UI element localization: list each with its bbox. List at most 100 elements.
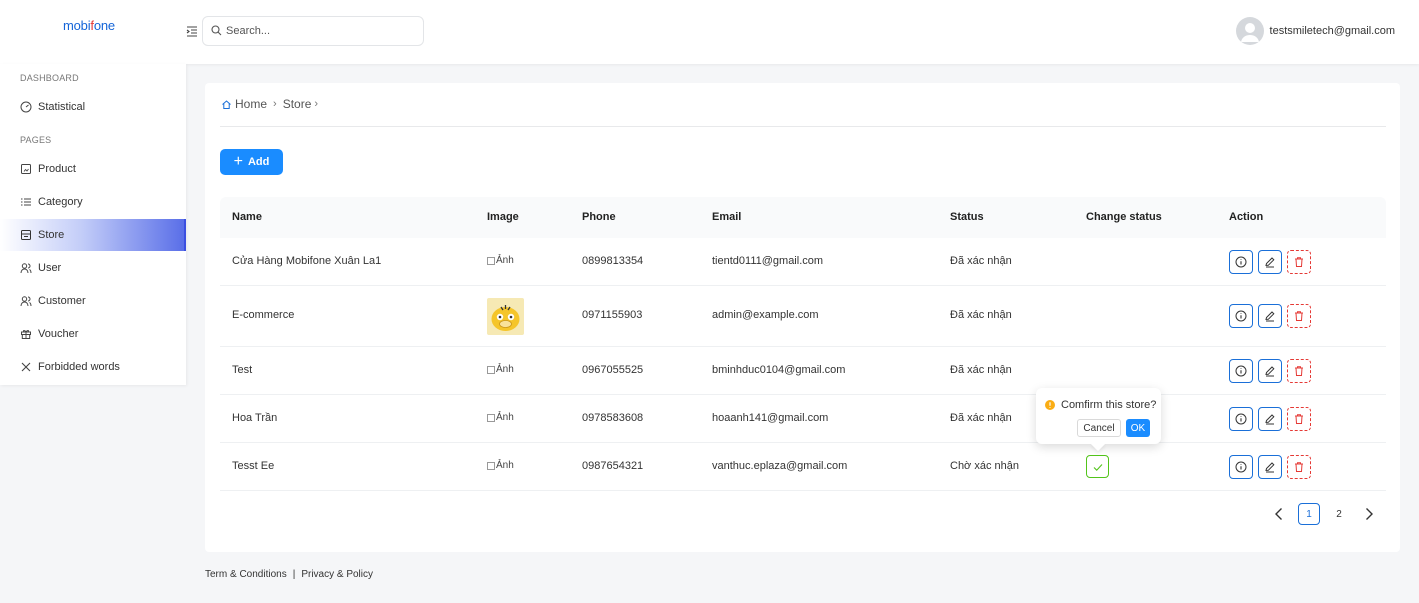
page-1-button[interactable]: 1 [1298, 503, 1320, 525]
trash-icon [1295, 257, 1303, 267]
delete-button[interactable] [1287, 455, 1311, 479]
cell-email: admin@example.com [712, 309, 819, 321]
edit-button[interactable] [1258, 407, 1282, 431]
broken-image-icon [487, 365, 495, 374]
trash-icon [1295, 366, 1303, 376]
sidebar-item-voucher[interactable]: Voucher [0, 318, 186, 350]
column-header-change-status[interactable]: Change status [1086, 211, 1162, 223]
gift-icon [20, 328, 32, 340]
sidebar-item-category[interactable]: Category [0, 186, 186, 218]
confirm-store-button[interactable] [1086, 455, 1109, 478]
table-row: Cửa Hàng Mobifone Xuân La1 Ảnh 089981335… [220, 238, 1386, 286]
user-icon [20, 262, 32, 274]
privacy-link[interactable]: Privacy & Policy [301, 569, 373, 580]
top-header: mobifone testsmiletech@gmail.com [0, 0, 1419, 64]
sidebar-item-label: Store [38, 229, 65, 241]
info-icon [1235, 413, 1247, 425]
cell-status: Chờ xác nhận [950, 460, 1019, 472]
column-header-email[interactable]: Email [712, 211, 741, 223]
cell-phone: 0971155903 [582, 309, 643, 321]
sidebar-item-product[interactable]: Product [0, 153, 186, 185]
edit-button[interactable] [1258, 359, 1282, 383]
info-icon [1235, 365, 1247, 377]
sidebar-item-user[interactable]: User [0, 252, 186, 284]
chevron-left-icon [1275, 508, 1282, 520]
column-header-phone[interactable]: Phone [582, 211, 616, 223]
edit-button[interactable] [1258, 250, 1282, 274]
row-actions [1229, 250, 1311, 274]
delete-button[interactable] [1287, 407, 1311, 431]
delete-button[interactable] [1287, 304, 1311, 328]
sidebar-item-statistical[interactable]: Statistical [0, 91, 186, 123]
edit-icon [1265, 366, 1275, 377]
ok-button[interactable]: OK [1126, 419, 1150, 437]
mobifone-logo[interactable]: mobifone [63, 18, 115, 33]
column-header-action[interactable]: Action [1229, 211, 1263, 223]
sidebar-item-forbidded-words[interactable]: Forbidded words [0, 351, 186, 383]
broken-image-icon [487, 256, 495, 265]
row-actions [1229, 407, 1311, 431]
page-2-button[interactable]: 2 [1328, 503, 1350, 525]
add-store-button[interactable]: + Add [220, 149, 283, 175]
sidebar-item-label: Statistical [38, 101, 86, 113]
table-row: Hoa Trần Ảnh 0978583608 hoaanh141@gmail.… [220, 395, 1386, 443]
cell-phone: 0978583608 [582, 412, 644, 424]
view-details-button[interactable] [1229, 250, 1253, 274]
breadcrumb-current: Store [282, 97, 312, 111]
close-icon [20, 361, 32, 373]
avatar [1235, 17, 1264, 45]
list-icon [20, 196, 32, 208]
search-input[interactable] [226, 23, 416, 39]
user-icon [20, 295, 32, 307]
edit-icon [1265, 311, 1275, 322]
sidebar-item-label: Category [38, 196, 83, 208]
broken-image-icon [487, 413, 495, 422]
table-row: Tesst Ee Ảnh 0987654321 vanthuc.eplaza@g… [220, 443, 1386, 491]
cancel-button[interactable]: Cancel [1077, 419, 1121, 437]
pagination: 1 2 [1268, 503, 1380, 525]
edit-button[interactable] [1258, 455, 1282, 479]
broken-image: Ảnh [487, 364, 514, 375]
user-menu[interactable]: testsmiletech@gmail.com [1235, 17, 1395, 45]
search-box [202, 16, 424, 46]
delete-button[interactable] [1287, 359, 1311, 383]
sidebar-section-pages: PAGES [20, 135, 52, 145]
confirm-message: Comfirm this store? [1045, 399, 1156, 411]
sidebar-item-customer[interactable]: Customer [0, 285, 186, 317]
edit-icon [1265, 462, 1275, 473]
footer: Term & Conditions | Privacy & Policy [205, 569, 373, 580]
delete-button[interactable] [1287, 250, 1311, 274]
product-icon [20, 163, 32, 175]
broken-image-icon [487, 461, 495, 470]
row-actions [1229, 359, 1311, 383]
terms-link[interactable]: Term & Conditions [205, 569, 287, 580]
dashboard-icon [20, 101, 32, 113]
divider [220, 126, 1386, 127]
info-icon [1235, 310, 1247, 322]
breadcrumb-home[interactable]: Home [235, 97, 267, 111]
cell-name: E-commerce [232, 309, 295, 321]
cell-status: Đã xác nhận [950, 255, 1012, 267]
column-header-status[interactable]: Status [950, 211, 984, 223]
sidebar-item-label: Product [38, 163, 76, 175]
prev-page-button[interactable] [1268, 503, 1290, 525]
chevron-right-icon [1366, 508, 1373, 520]
edit-button[interactable] [1258, 304, 1282, 328]
broken-image: Ảnh [487, 255, 514, 266]
breadcrumb-separator: › [273, 98, 277, 110]
warning-icon [1045, 400, 1055, 410]
home-icon [221, 99, 232, 110]
view-details-button[interactable] [1229, 359, 1253, 383]
view-details-button[interactable] [1229, 304, 1253, 328]
column-header-image[interactable]: Image [487, 211, 519, 223]
column-header-name[interactable]: Name [232, 211, 262, 223]
view-details-button[interactable] [1229, 407, 1253, 431]
menu-fold-icon[interactable] [186, 25, 198, 37]
view-details-button[interactable] [1229, 455, 1253, 479]
next-page-button[interactable] [1358, 503, 1380, 525]
sidebar-item-store[interactable]: Store [0, 219, 186, 251]
edit-icon [1265, 257, 1275, 268]
sidebar-item-label: Forbidded words [38, 361, 120, 373]
cell-email: vanthuc.eplaza@gmail.com [712, 460, 848, 472]
check-icon [1093, 463, 1102, 471]
